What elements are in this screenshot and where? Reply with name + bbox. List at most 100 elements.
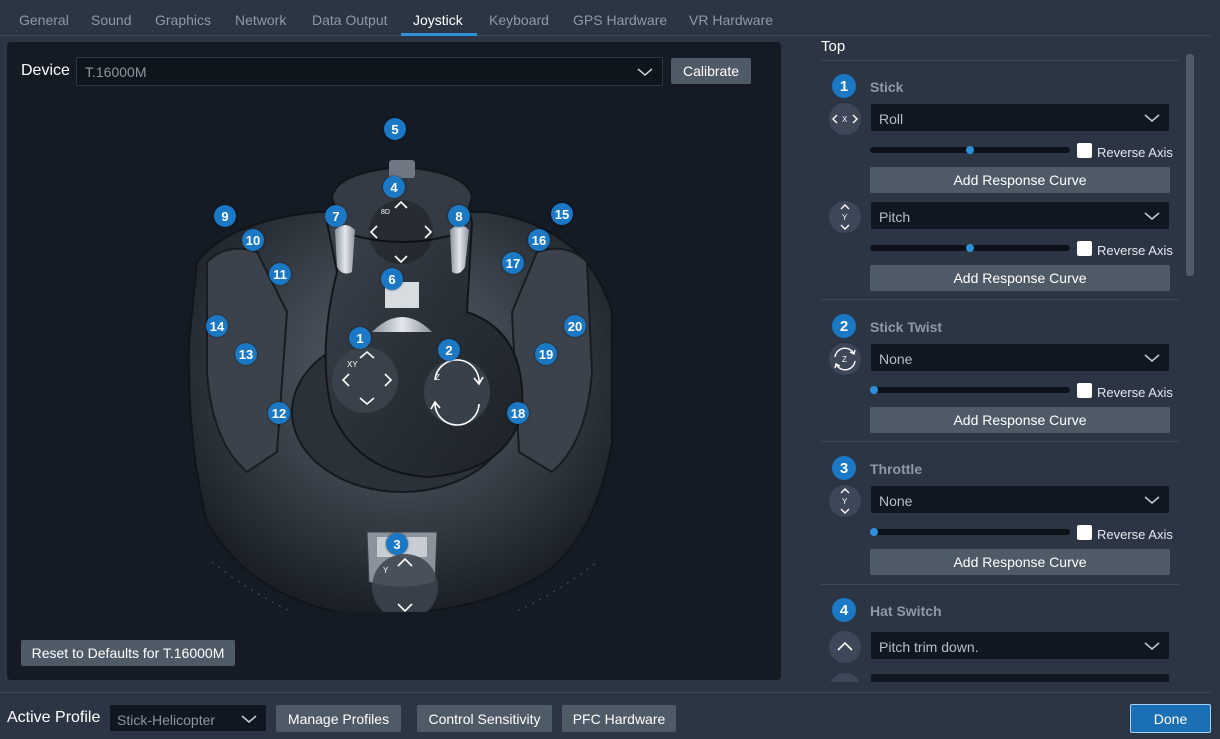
stick-twist-sensitivity-slider[interactable] (870, 386, 1070, 394)
divider (821, 60, 1179, 61)
tab-keyboard[interactable]: Keyboard (489, 12, 549, 28)
stick-twist-axis-dropdown[interactable]: None (870, 343, 1170, 372)
tab-gps-hardware[interactable]: GPS Hardware (573, 12, 667, 28)
throttle-y-icon-label: Y (842, 497, 848, 506)
chevron-down-icon (1144, 642, 1160, 650)
reverse-axis-label: Reverse Axis (1097, 145, 1173, 160)
callout-7[interactable]: 7 (325, 205, 347, 227)
callout-4[interactable]: 4 (383, 176, 405, 198)
reverse-axis-label: Reverse Axis (1097, 385, 1173, 400)
throttle-axis-dropdown[interactable]: None (870, 485, 1170, 514)
divider (821, 441, 1179, 442)
stick-x-reverse-checkbox[interactable] (1077, 143, 1092, 158)
joystick-device-panel: Device T.16000M Calibrate XY Z Y 8D 1 2 … (7, 42, 781, 680)
callout-8[interactable]: 8 (448, 205, 470, 227)
done-button[interactable]: Done (1130, 704, 1211, 733)
pfc-hardware-button[interactable]: PFC Hardware (562, 705, 676, 732)
z-twist-icon: Z (829, 343, 861, 375)
hat-up-command-dropdown[interactable]: Pitch trim down. (870, 631, 1170, 660)
stick-y-sensitivity-slider[interactable] (870, 244, 1070, 252)
x-axis-icon-label: X (842, 115, 848, 124)
callout-11[interactable]: 11 (269, 263, 291, 285)
divider (821, 299, 1179, 300)
throttle-reverse-checkbox[interactable] (1077, 525, 1092, 540)
callout-20[interactable]: 20 (564, 315, 586, 337)
section-1-title: Stick (870, 79, 904, 95)
throttle-axis-value: None (879, 493, 913, 509)
stick-twist-reverse-checkbox[interactable] (1077, 383, 1092, 398)
reverse-axis-label: Reverse Axis (1097, 243, 1173, 258)
callout-6[interactable]: 6 (381, 268, 403, 290)
tab-joystick[interactable]: Joystick (413, 12, 463, 28)
divider (821, 584, 1179, 585)
section-2-title: Stick Twist (870, 319, 943, 335)
tab-graphics[interactable]: Graphics (155, 12, 211, 28)
stick-y-add-response-curve-button[interactable]: Add Response Curve (870, 265, 1170, 291)
throttle-sensitivity-slider[interactable] (870, 528, 1070, 536)
callout-9[interactable]: 9 (214, 205, 236, 227)
right-panel-scrollbar[interactable] (1186, 54, 1194, 276)
device-dropdown-value: T.16000M (85, 64, 147, 80)
throttle-add-response-curve-button[interactable]: Add Response Curve (870, 549, 1170, 575)
device-dropdown[interactable]: T.16000M (76, 57, 663, 86)
callout-17[interactable]: 17 (502, 252, 524, 274)
throttle-y-label: Y (383, 566, 389, 575)
stick-x-axis-value: Roll (879, 111, 904, 127)
calibrate-button[interactable]: Calibrate (671, 58, 751, 84)
y-axis-icon: Y (829, 201, 861, 233)
reset-defaults-button[interactable]: Reset to Defaults for T.16000M (21, 640, 235, 666)
stick-twist-axis-value: None (879, 351, 913, 367)
callout-15[interactable]: 15 (551, 203, 573, 225)
stick-y-axis-dropdown[interactable]: Pitch (870, 201, 1170, 230)
callout-19[interactable]: 19 (535, 343, 557, 365)
callout-5[interactable]: 5 (384, 118, 406, 140)
stick-y-axis-value: Pitch (879, 209, 911, 225)
hat-next-command-dropdown[interactable] (870, 673, 1170, 682)
axis-assignment-panel: Top 1 Stick X Roll Reverse Axis Add Resp… (821, 36, 1179, 682)
x-axis-icon: X (829, 103, 861, 135)
active-profile-dropdown[interactable]: Stick-Helicopter (109, 704, 267, 732)
stick-twist-add-response-curve-button[interactable]: Add Response Curve (870, 407, 1170, 433)
callout-16[interactable]: 16 (528, 229, 550, 251)
active-profile-label: Active Profile (7, 709, 101, 726)
section-2-badge: 2 (832, 314, 856, 338)
callout-3[interactable]: 3 (386, 533, 408, 555)
section-heading: Top (821, 38, 846, 55)
callout-10[interactable]: 10 (242, 229, 264, 251)
tab-general[interactable]: General (19, 12, 69, 28)
active-profile-value: Stick-Helicopter (117, 712, 216, 728)
chevron-down-icon (1144, 212, 1160, 220)
hat-up-command-value: Pitch trim down. (879, 639, 979, 655)
slider-thumb[interactable] (870, 386, 878, 394)
callout-18[interactable]: 18 (507, 402, 529, 424)
hat-next-icon (829, 673, 861, 682)
tab-sound[interactable]: Sound (91, 12, 131, 28)
callout-14[interactable]: 14 (206, 315, 228, 337)
active-tab-indicator (401, 33, 477, 36)
chevron-down-icon (1144, 114, 1160, 122)
callout-2[interactable]: 2 (438, 339, 460, 361)
stick-x-axis-dropdown[interactable]: Roll (870, 103, 1170, 132)
callout-13[interactable]: 13 (235, 343, 257, 365)
section-4-badge: 4 (832, 598, 856, 622)
callout-12[interactable]: 12 (268, 402, 290, 424)
manage-profiles-button[interactable]: Manage Profiles (276, 705, 401, 732)
control-sensitivity-button[interactable]: Control Sensitivity (417, 705, 552, 732)
slider-thumb[interactable] (870, 528, 878, 536)
slider-thumb[interactable] (966, 146, 974, 154)
chevron-down-icon (1144, 496, 1160, 504)
slider-thumb[interactable] (966, 244, 974, 252)
section-3-title: Throttle (870, 461, 923, 477)
divider (0, 692, 1211, 693)
callout-1[interactable]: 1 (349, 327, 371, 349)
stick-x-add-response-curve-button[interactable]: Add Response Curve (870, 167, 1170, 193)
tab-vr-hardware[interactable]: VR Hardware (689, 12, 773, 28)
y-axis-icon: Y (829, 485, 861, 517)
stick-y-reverse-checkbox[interactable] (1077, 241, 1092, 256)
stick-x-sensitivity-slider[interactable] (870, 146, 1070, 154)
settings-tab-bar: General Sound Graphics Network Data Outp… (0, 0, 1211, 36)
z-twist-icon-label: Z (842, 355, 847, 364)
tab-data-output[interactable]: Data Output (312, 12, 388, 28)
tab-network[interactable]: Network (235, 12, 286, 28)
device-label: Device (21, 62, 70, 79)
